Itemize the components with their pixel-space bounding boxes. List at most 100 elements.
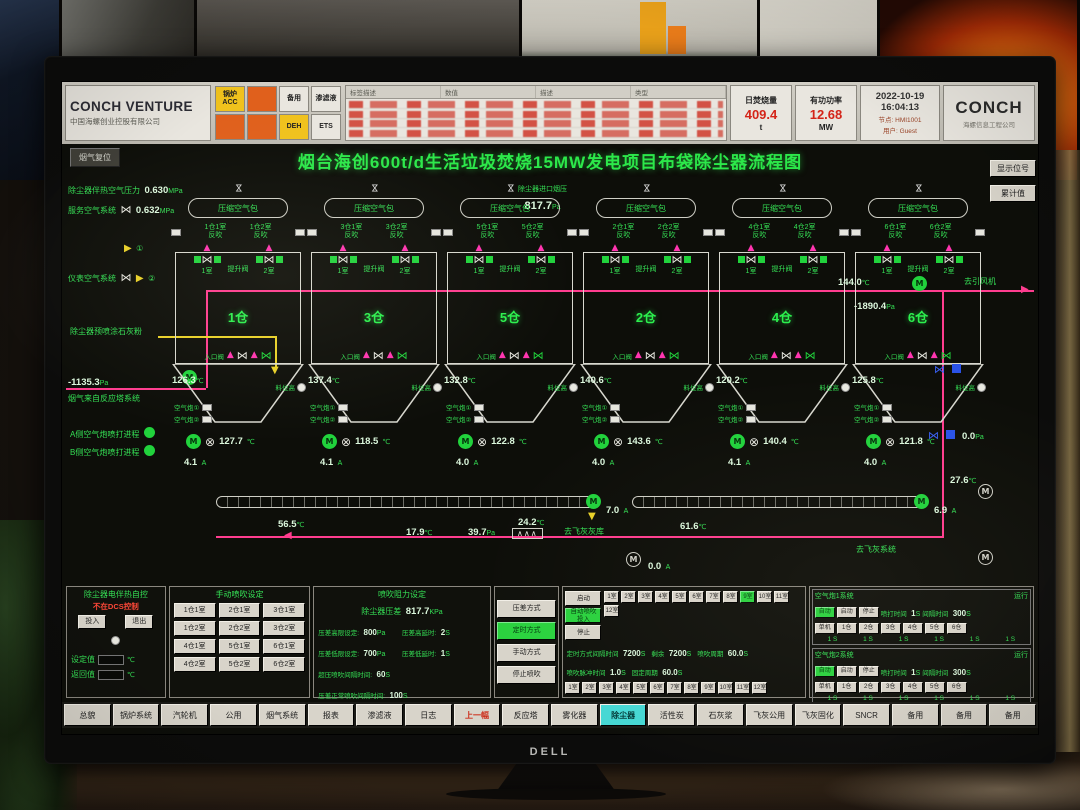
room-select-button[interactable]: 6室: [650, 682, 665, 694]
spare-motor-icon[interactable]: M: [626, 552, 641, 567]
nav-tab[interactable]: 锅炉系统: [113, 704, 160, 726]
cannon-mode-button[interactable]: 自动: [815, 607, 835, 618]
bypass-motor-icon[interactable]: M: [978, 550, 993, 565]
air-cannon-1[interactable]: 空气炮①: [582, 402, 620, 412]
discharge-motor-row[interactable]: M ⊗ 118.5℃: [322, 434, 390, 449]
cannon-mode-button[interactable]: 启动: [837, 607, 857, 618]
conveyor1-motor-icon[interactable]: M: [586, 494, 601, 509]
room-select-button[interactable]: 8室: [684, 682, 699, 694]
cannon-unit-button[interactable]: 1仓: [837, 623, 857, 634]
pulse-valve-icon[interactable]: [295, 229, 305, 236]
blow-mode-button[interactable]: 手动方式: [497, 644, 557, 662]
cannon-unit-button[interactable]: 2仓: [859, 682, 879, 693]
pulse-valve-icon[interactable]: [443, 229, 453, 236]
lift-valve-group-1[interactable]: ▲ ⋈ 1室: [874, 244, 901, 276]
blow-main-button[interactable]: 启动: [565, 591, 601, 606]
system-button[interactable]: DEH: [279, 114, 309, 140]
cannon-unit-button[interactable]: 6仓: [947, 682, 967, 693]
cannon-mode-button[interactable]: 停止: [859, 607, 879, 618]
nav-tab[interactable]: 报表: [308, 704, 355, 726]
room-select-button[interactable]: 12室: [752, 682, 767, 694]
room-select-button[interactable]: 9室: [701, 682, 716, 694]
room-select-button[interactable]: 3室: [638, 591, 653, 603]
lift-valve-group-1[interactable]: ▲ ⋈ 1室: [330, 244, 357, 276]
lift-valve-group-1[interactable]: ▲ ⋈ 1室: [194, 244, 221, 276]
pulse-valve-icon[interactable]: [975, 229, 985, 236]
lift-valve-group-2[interactable]: ▲ ⋈ 2室: [664, 244, 691, 276]
bypass-valve-icon[interactable]: [952, 364, 961, 373]
room-select-button[interactable]: 8室: [723, 591, 738, 603]
cannon-unit-button[interactable]: 5仓: [925, 682, 945, 693]
air-cannon-2[interactable]: 空气炮②: [854, 414, 892, 424]
lift-valve-group-1[interactable]: ▲ ⋈ 1室: [466, 244, 493, 276]
lift-valve-group-1[interactable]: ▲ ⋈ 1室: [602, 244, 629, 276]
heat-off-button[interactable]: 退出: [125, 615, 153, 629]
bypass-valve-icon[interactable]: ⋈: [934, 364, 945, 375]
room-select-button[interactable]: 7室: [706, 591, 721, 603]
pulse-valve-icon[interactable]: [851, 229, 861, 236]
louver-damper-icon[interactable]: ∧∧∧: [512, 528, 543, 539]
nav-tab[interactable]: 备用: [989, 704, 1036, 726]
system-button[interactable]: [247, 114, 277, 140]
inlet-valve-row[interactable]: 入口阀 ▲ ⋈ ▲ ⋈: [720, 350, 844, 361]
room-select-button[interactable]: 1室: [604, 591, 619, 603]
nav-tab[interactable]: 公用: [210, 704, 257, 726]
manual-blow-button[interactable]: 2仓2室: [219, 621, 261, 636]
system-button[interactable]: [215, 114, 245, 140]
nav-tab[interactable]: 雾化器: [551, 704, 598, 726]
inlet-valve-row[interactable]: 入口阀 ▲ ⋈ ▲ ⋈: [584, 350, 708, 361]
inlet-valve-row[interactable]: 入口阀 ▲ ⋈ ▲ ⋈: [312, 350, 436, 361]
value-field[interactable]: [98, 655, 124, 665]
manual-blow-button[interactable]: 6仓2室: [263, 657, 305, 672]
manual-blow-button[interactable]: 3仓2室: [263, 621, 305, 636]
system-button[interactable]: [247, 86, 277, 112]
system-button[interactable]: ETS: [311, 114, 341, 140]
air-cannon-2[interactable]: 空气炮②: [582, 414, 620, 424]
discharge-motor-row[interactable]: M ⊗ 127.7℃: [186, 434, 255, 449]
alarm-row[interactable]: [349, 101, 723, 109]
room-select-button[interactable]: 10室: [718, 682, 733, 694]
value-field[interactable]: [98, 670, 124, 680]
cannon-unit-button[interactable]: 3仓: [881, 682, 901, 693]
pulse-valve-icon[interactable]: [307, 229, 317, 236]
cannon-unit-button[interactable]: 6仓: [947, 623, 967, 634]
manual-blow-button[interactable]: 5仓1室: [219, 639, 261, 654]
room-select-button[interactable]: 9室: [740, 591, 755, 603]
nav-tab[interactable]: 烟气系统: [259, 704, 306, 726]
nav-tab[interactable]: 备用: [941, 704, 988, 726]
outlet-damper-motor-icon[interactable]: M: [912, 276, 927, 291]
nav-tab[interactable]: 渗滤液: [356, 704, 403, 726]
air-cannon-2[interactable]: 空气炮②: [446, 414, 484, 424]
air-cannon-2[interactable]: 空气炮②: [310, 414, 348, 424]
nav-tab[interactable]: 上一幅: [454, 704, 501, 726]
bypass-valve-icon[interactable]: ⋈: [928, 430, 939, 441]
room-select-button[interactable]: 4室: [655, 591, 670, 603]
cannon-unit-button[interactable]: 单机: [815, 682, 835, 693]
cannon-mode-button[interactable]: 停止: [859, 666, 879, 677]
room-select-button[interactable]: 5室: [633, 682, 648, 694]
system-button[interactable]: 渗滤液: [311, 86, 341, 112]
cannon-unit-button[interactable]: 5仓: [925, 623, 945, 634]
room-select-button[interactable]: 4室: [616, 682, 631, 694]
nav-tab[interactable]: 备用: [892, 704, 939, 726]
room-select-button[interactable]: 7室: [667, 682, 682, 694]
room-select-button[interactable]: 10室: [757, 591, 772, 603]
blow-mode-button[interactable]: 压差方式: [497, 600, 557, 618]
pulse-valve-icon[interactable]: [579, 229, 589, 236]
nav-tab[interactable]: 活性炭: [648, 704, 695, 726]
nav-tab[interactable]: 汽轮机: [161, 704, 208, 726]
manual-blow-button[interactable]: 3仓1室: [263, 603, 305, 618]
manual-blow-button[interactable]: 5仓2室: [219, 657, 261, 672]
lift-valve-group-2[interactable]: ▲ ⋈ 2室: [800, 244, 827, 276]
discharge-motor-row[interactable]: M ⊗ 143.6℃: [594, 434, 663, 449]
blow-main-button[interactable]: 自动喷吹 投入: [565, 608, 601, 623]
heat-on-button[interactable]: 投入: [78, 615, 106, 629]
room-select-button[interactable]: 3室: [599, 682, 614, 694]
room-select-button[interactable]: 6室: [689, 591, 704, 603]
blow-mode-button[interactable]: 定时方式: [497, 622, 557, 640]
room-select-button[interactable]: 2室: [621, 591, 636, 603]
air-cannon-2[interactable]: 空气炮②: [718, 414, 756, 424]
manual-blow-button[interactable]: 2仓1室: [219, 603, 261, 618]
pulse-valve-icon[interactable]: [703, 229, 713, 236]
manual-blow-button[interactable]: 4仓1室: [174, 639, 216, 654]
